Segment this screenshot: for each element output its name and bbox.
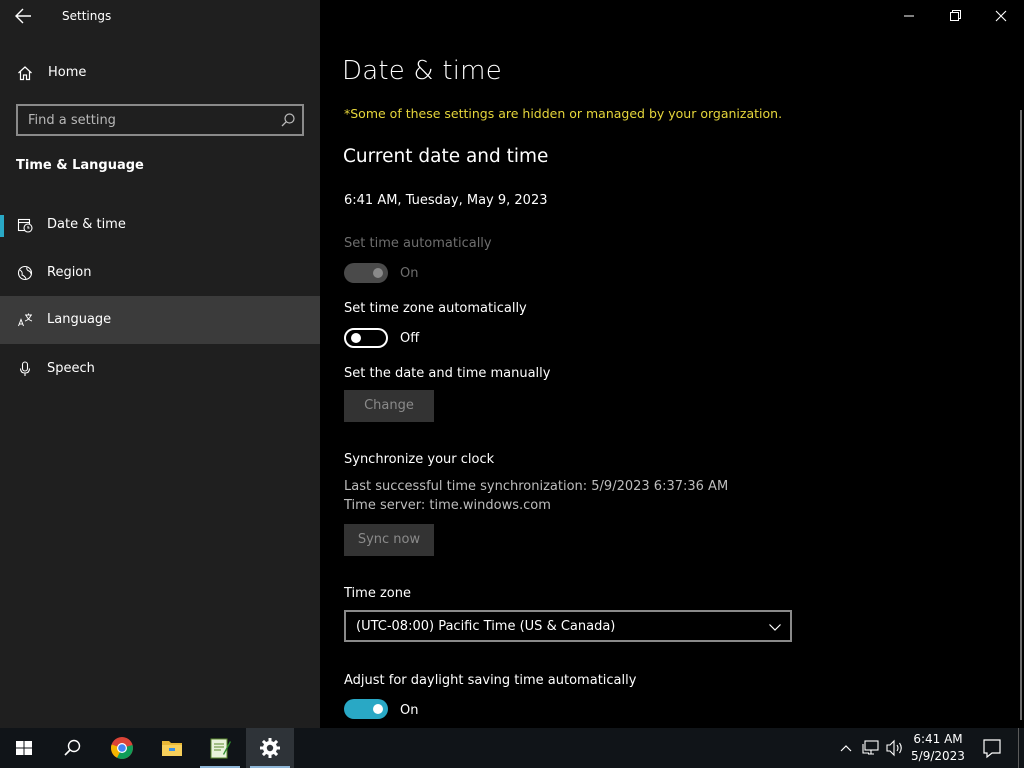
- set-time-automatically-label: Set time automatically: [344, 236, 492, 251]
- daylight-saving-toggle[interactable]: [344, 699, 388, 719]
- search-input[interactable]: [18, 106, 272, 134]
- show-hidden-icons-button[interactable]: [836, 728, 856, 768]
- sidebar-item-region[interactable]: Region: [0, 249, 320, 297]
- daylight-saving-state: On: [400, 703, 419, 718]
- chrome-taskbar-button[interactable]: [98, 728, 146, 768]
- page-title: Date & time: [342, 56, 502, 86]
- scrollbar[interactable]: [1020, 110, 1022, 720]
- back-arrow-icon: [15, 8, 31, 24]
- selection-indicator: [0, 215, 4, 237]
- set-time-zone-automatically-label: Set time zone automatically: [344, 301, 527, 316]
- clock-time: 6:41 AM: [913, 732, 963, 746]
- taskbar-clock[interactable]: 6:41 AM 5/9/2023: [908, 731, 968, 765]
- sync-now-button[interactable]: Sync now: [344, 524, 434, 556]
- last-sync-text: Last successful time synchronization: 5/…: [344, 479, 729, 494]
- sidebar-item-language[interactable]: Language: [0, 296, 320, 344]
- globe-icon: [17, 265, 33, 281]
- daylight-saving-label: Adjust for daylight saving time automati…: [344, 673, 637, 688]
- sidebar-item-label: Region: [47, 265, 92, 280]
- sidebar-item-label: Language: [47, 312, 112, 327]
- close-button[interactable]: [978, 0, 1024, 32]
- windows-logo-icon: [12, 736, 36, 760]
- search-icon: [60, 736, 84, 760]
- gear-icon: [258, 736, 282, 760]
- title-bar: Settings: [0, 0, 320, 32]
- chrome-icon: [110, 736, 134, 760]
- network-icon: [862, 740, 879, 755]
- notepad-taskbar-button[interactable]: [196, 728, 244, 768]
- restore-button[interactable]: [932, 0, 978, 32]
- folder-icon: [160, 736, 184, 760]
- action-center-button[interactable]: [972, 728, 1012, 768]
- clock-date: 5/9/2023: [911, 749, 965, 763]
- set-time-zone-automatically-toggle[interactable]: [344, 328, 388, 348]
- toggle-knob: [351, 333, 361, 343]
- sidebar: Settings Home Time & Language Date & tim…: [0, 0, 320, 728]
- minimize-button[interactable]: [886, 0, 932, 32]
- search-field[interactable]: [16, 104, 304, 136]
- notification-icon: [983, 739, 1001, 759]
- current-datetime: 6:41 AM, Tuesday, May 9, 2023: [344, 193, 548, 208]
- speaker-icon: [886, 739, 902, 757]
- clock-calendar-icon: [17, 217, 33, 233]
- toggle-knob: [373, 268, 383, 278]
- time-zone-label: Time zone: [344, 586, 411, 601]
- main-content: Date & time *Some of these settings are …: [320, 0, 1024, 728]
- sidebar-item-label: Date & time: [47, 217, 126, 232]
- settings-taskbar-button[interactable]: [246, 728, 294, 768]
- sidebar-item-date-time[interactable]: Date & time: [0, 201, 320, 249]
- time-server-text: Time server: time.windows.com: [344, 498, 551, 513]
- set-date-time-manually-label: Set the date and time manually: [344, 366, 551, 381]
- app-title: Settings: [62, 9, 112, 23]
- close-icon: [995, 10, 1007, 22]
- back-button[interactable]: [12, 6, 34, 26]
- home-icon: [17, 65, 33, 81]
- restore-icon: [950, 10, 961, 21]
- search-taskbar-button[interactable]: [48, 728, 96, 768]
- section-title: Time & Language: [16, 158, 144, 173]
- home-nav-item[interactable]: Home: [0, 56, 320, 90]
- show-desktop-button[interactable]: [1018, 728, 1019, 768]
- set-time-automatically-state: On: [400, 266, 419, 281]
- section-heading: Current date and time: [343, 146, 549, 167]
- taskbar: 6:41 AM 5/9/2023: [0, 728, 1024, 768]
- home-label: Home: [48, 65, 87, 80]
- minimize-icon: [904, 15, 914, 17]
- search-icon[interactable]: [280, 112, 296, 128]
- synchronize-clock-label: Synchronize your clock: [344, 452, 495, 467]
- time-zone-value: (UTC-08:00) Pacific Time (US & Canada): [356, 619, 616, 634]
- change-button[interactable]: Change: [344, 390, 434, 422]
- network-tray-button[interactable]: [860, 728, 882, 768]
- chevron-down-icon: [768, 620, 782, 634]
- chevron-up-icon: [840, 745, 852, 752]
- set-time-zone-automatically-state: Off: [400, 331, 420, 346]
- toggle-knob: [373, 704, 383, 714]
- file-explorer-taskbar-button[interactable]: [148, 728, 196, 768]
- language-icon: [17, 312, 33, 328]
- sidebar-item-speech[interactable]: Speech: [0, 345, 320, 393]
- notepad-icon: [208, 736, 232, 760]
- time-zone-dropdown[interactable]: (UTC-08:00) Pacific Time (US & Canada): [344, 610, 792, 642]
- managed-by-organization-note: *Some of these settings are hidden or ma…: [344, 106, 783, 121]
- start-button[interactable]: [0, 728, 48, 768]
- set-time-automatically-toggle[interactable]: [344, 263, 388, 283]
- microphone-icon: [17, 361, 33, 377]
- volume-tray-button[interactable]: [884, 728, 906, 768]
- sidebar-item-label: Speech: [47, 361, 95, 376]
